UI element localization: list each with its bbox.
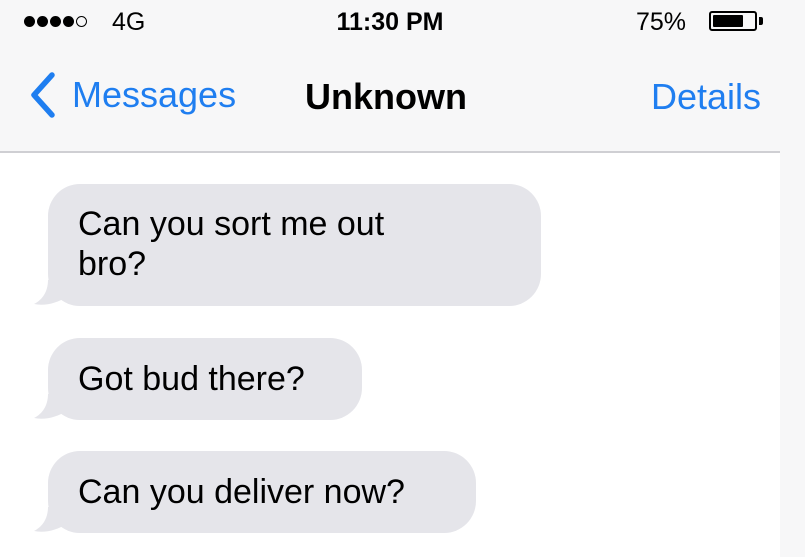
message-bubble[interactable]: Can you deliver now? bbox=[34, 451, 476, 533]
details-button[interactable]: Details bbox=[651, 76, 761, 118]
back-button-label: Messages bbox=[72, 74, 237, 115]
bubble-tail bbox=[34, 394, 68, 419]
message-bubble[interactable]: Got bud there? bbox=[34, 338, 362, 420]
page-margin bbox=[780, 0, 805, 557]
message-text: Can you sort me out bro? bbox=[78, 205, 385, 283]
battery-level-fill bbox=[713, 15, 743, 27]
message-bubble[interactable]: Can you sort me out bro? bbox=[34, 184, 541, 306]
conversation-title: Unknown bbox=[305, 76, 467, 117]
message-text: Can you deliver now? bbox=[78, 473, 405, 511]
status-bar: 4G 11:30 PM 75% bbox=[0, 0, 780, 44]
messages-screen: 4G 11:30 PM 75% Messages Unknown Details… bbox=[0, 0, 780, 557]
battery-percent: 75% bbox=[636, 8, 687, 36]
battery-cap bbox=[759, 17, 763, 25]
bubble-tail bbox=[34, 507, 68, 532]
back-button[interactable]: Messages bbox=[28, 70, 236, 120]
battery-icon bbox=[709, 11, 757, 31]
message-text: Got bud there? bbox=[78, 360, 305, 398]
bubble-tail bbox=[34, 280, 68, 305]
navigation-bar: Messages Unknown Details bbox=[0, 44, 780, 153]
back-chevron-icon bbox=[31, 72, 55, 118]
